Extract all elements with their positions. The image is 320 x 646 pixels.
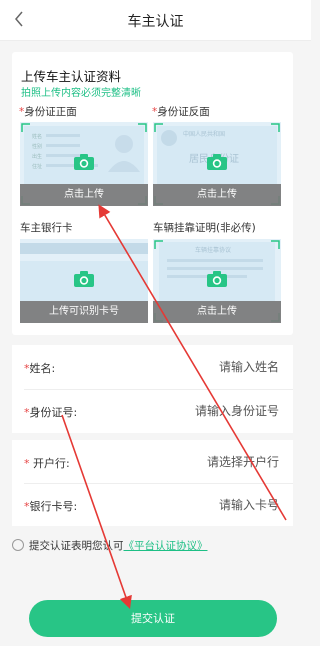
svg-text:住址: 住址 <box>32 163 42 170</box>
svg-text:车辆挂靠协议: 车辆挂靠协议 <box>195 246 231 254</box>
bank-select[interactable]: 请选择开户行 <box>207 453 279 470</box>
card-number-row[interactable]: *银行卡号: 请输入卡号 <box>12 483 293 527</box>
bank-row[interactable]: * 开户行: 请选择开户行 <box>12 440 293 484</box>
camera-icon <box>207 271 227 287</box>
svg-text:性别: 性别 <box>32 143 42 150</box>
bank-card-label: 车主银行卡 <box>20 222 73 234</box>
id-number-row[interactable]: *身份证号: 请输入身份证号 <box>12 389 293 433</box>
svg-text:姓名: 姓名 <box>32 133 42 140</box>
upload-section: 上传车主认证资料 拍照上传内容必须完整清晰 *身份证正面 *身份证反面 姓名 性… <box>12 52 293 335</box>
submit-button[interactable]: 提交认证 <box>29 600 277 637</box>
camera-icon <box>74 271 94 287</box>
id-back-upload-button[interactable]: 点击上传 <box>153 184 281 206</box>
upload-section-title: 上传车主认证资料 <box>21 69 122 84</box>
agreement-link[interactable]: 《平台认证协议》 <box>124 540 208 552</box>
id-back-upload-tile[interactable]: 中国人民共和国 居民身份证 点击上传 <box>153 122 281 206</box>
name-row[interactable]: *姓名: 请输入姓名 <box>12 345 293 389</box>
name-input[interactable]: 请输入姓名 <box>219 358 279 375</box>
id-number-input[interactable]: 请输入身份证号 <box>195 402 279 419</box>
id-number-label: *身份证号: <box>24 406 78 419</box>
top-nav-bar: 车主认证 <box>0 0 311 41</box>
card-number-input[interactable]: 请输入卡号 <box>219 496 279 513</box>
svg-text:出生: 出生 <box>32 153 42 160</box>
bank-card-upload-button[interactable]: 上传可识别卡号 <box>20 301 148 323</box>
id-front-upload-tile[interactable]: 姓名 性别 出生 住址 点击上传 <box>20 122 148 206</box>
bank-form: * 开户行: 请选择开户行 *银行卡号: 请输入卡号 <box>12 440 293 526</box>
page-title: 车主认证 <box>127 14 184 30</box>
name-label: *姓名: <box>24 362 56 375</box>
camera-icon <box>74 154 94 170</box>
vehicle-proof-upload-button[interactable]: 点击上传 <box>153 301 281 323</box>
bank-card-upload-tile[interactable]: 上传可识别卡号 <box>20 239 148 323</box>
bank-label: * 开户行: <box>24 457 70 470</box>
svg-text:中国人民共和国: 中国人民共和国 <box>183 130 225 138</box>
vehicle-proof-label: 车辆挂靠证明(非必传) <box>153 222 256 234</box>
id-front-upload-button[interactable]: 点击上传 <box>20 184 148 206</box>
upload-section-hint: 拍照上传内容必须完整清晰 <box>21 88 141 99</box>
agreement-radio[interactable] <box>12 539 24 551</box>
id-front-label: *身份证正面 <box>19 106 77 118</box>
card-number-label: *银行卡号: <box>24 500 78 513</box>
id-back-label: *身份证反面 <box>152 106 210 118</box>
vehicle-proof-upload-tile[interactable]: 车辆挂靠协议 点击上传 <box>153 239 281 323</box>
agreement-text: 提交认证表明您认可 <box>29 540 124 552</box>
agreement-row: 提交认证表明您认可《平台认证协议》 <box>12 538 208 553</box>
identity-form: *姓名: 请输入姓名 *身份证号: 请输入身份证号 <box>12 345 293 433</box>
camera-icon <box>207 154 227 170</box>
